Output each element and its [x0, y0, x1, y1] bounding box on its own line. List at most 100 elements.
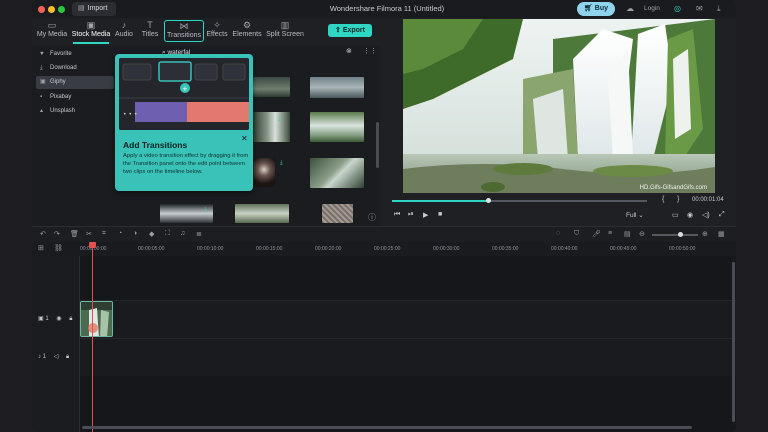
tab-effects[interactable]: ✧ Effects [205, 20, 229, 42]
sidebar-item-favorite[interactable]: ♥ Favorite [36, 48, 114, 61]
media-thumbnail[interactable] [253, 158, 275, 187]
media-thumbnail[interactable] [253, 112, 290, 142]
music-track-icon: ♪ [38, 354, 41, 360]
tab-label: Effects [206, 31, 228, 38]
tab-transitions[interactable]: ⋈ Transitions [164, 20, 204, 42]
microphone-icon[interactable]: 🎤︎ [592, 230, 601, 238]
crop-icon[interactable]: ⌗ [102, 230, 106, 238]
add-track-icon[interactable]: ⊞ [38, 244, 44, 252]
media-scrollbar[interactable] [376, 122, 379, 168]
tab-audio[interactable]: ♪ Audio [113, 20, 135, 42]
login-link[interactable]: Login [644, 5, 660, 12]
download-media-icon[interactable]: ⤓ [204, 207, 207, 214]
buy-button[interactable]: 🛒︎ Buy [577, 2, 615, 16]
ruler-tick: 00:00:25:00 [374, 246, 401, 252]
media-thumbnail[interactable] [235, 204, 289, 223]
sidebar-item-download[interactable]: ⤓ Download [36, 62, 114, 75]
undo-icon[interactable]: ↶ [40, 230, 46, 238]
video-track-icon: ▣ [38, 316, 44, 322]
lock-icon[interactable]: 🔒︎ [66, 354, 69, 360]
tab-label: Titles [141, 31, 159, 38]
preview-progress-handle[interactable] [486, 198, 492, 203]
tab-my-media[interactable]: ▭ My Media [34, 20, 70, 42]
keyframe-icon[interactable]: ◆ [149, 230, 154, 238]
export-icon: ⇪ [335, 27, 343, 34]
zoom-out-icon[interactable]: ⊖ [639, 230, 645, 238]
media-thumbnail[interactable] [310, 112, 364, 142]
sidebar-item-unsplash[interactable]: ▴ Unsplash [36, 105, 114, 118]
stop-icon[interactable]: ■ [438, 211, 442, 218]
subtitle-icon[interactable]: ▤ [624, 230, 631, 238]
timeline-clip[interactable] [80, 301, 113, 337]
mark-in-icon[interactable]: { [662, 196, 664, 203]
export-button[interactable]: ⇪ Export [328, 24, 372, 37]
maximize-window-button[interactable] [58, 6, 65, 13]
speaker-icon[interactable]: ◁ [54, 354, 59, 360]
redo-icon[interactable]: ↷ [54, 230, 60, 238]
download-media-icon[interactable]: ⤓ [278, 116, 281, 123]
sidebar-item-giphy[interactable]: ▣ Giphy [36, 76, 114, 89]
help-icon[interactable]: ⓘ [368, 212, 376, 223]
giphy-icon: ▣ [40, 79, 46, 85]
grid-layout-icon[interactable]: ▦ [718, 230, 725, 238]
video-track[interactable] [80, 300, 736, 338]
marker-icon[interactable]: ⛉ [574, 230, 579, 238]
media-thumbnail[interactable] [310, 158, 364, 188]
timeline-tracks[interactable] [80, 256, 736, 432]
cut-icon[interactable]: ✂ [86, 230, 92, 238]
media-thumbnail[interactable] [322, 204, 353, 223]
minimize-window-button[interactable] [48, 6, 55, 13]
previous-frame-icon[interactable]: ⏮ [394, 211, 400, 219]
play-icon[interactable]: ▶ [423, 211, 428, 219]
adjust-icon[interactable]: ≣ [196, 230, 202, 238]
timeline-ruler[interactable]: ⊞ ⛓ 00:00:00:00 00:00:05:00 00:00:10:00 … [32, 242, 736, 256]
color-icon[interactable]: ◑ [133, 230, 137, 237]
close-window-button[interactable] [38, 6, 45, 13]
playhead[interactable] [92, 243, 93, 432]
video-preview[interactable]: HD.Gifs-GifsandGifs.com [403, 19, 715, 193]
audio-mixer-icon[interactable]: ♫ [180, 230, 185, 237]
fit-icon[interactable]: ⛶ [165, 230, 170, 238]
tab-titles[interactable]: T Titles [138, 20, 162, 42]
pixabay-icon: ▪ [40, 94, 43, 100]
close-tooltip-icon[interactable]: ✕ [241, 134, 248, 143]
zoom-in-icon[interactable]: ⊕ [702, 230, 708, 238]
zoom-slider-handle[interactable] [678, 232, 683, 237]
tab-elements[interactable]: ⚙ Elements [232, 20, 262, 42]
lock-icon[interactable]: 🔒︎ [69, 316, 72, 322]
link-icon[interactable]: ⛓ [54, 244, 63, 252]
render-icon[interactable]: ◌ [556, 230, 560, 237]
media-thumbnail[interactable] [253, 77, 290, 97]
grid-view-icon[interactable]: ⋮⋮ [363, 47, 377, 55]
app-window: ▤ Import Wondershare Filmora 11 (Untitled… [32, 0, 736, 432]
clear-search-icon[interactable]: ⊗ [346, 47, 352, 55]
ruler-tick: 00:00:05:00 [138, 246, 165, 252]
preview-progress-bar[interactable] [392, 198, 647, 203]
media-thumbnail[interactable] [310, 77, 364, 98]
zoom-slider[interactable] [652, 232, 698, 237]
cloud-icon[interactable]: ☁ [626, 4, 634, 13]
transitions-tooltip: + • • • ✕ Add Transitions Apply a video … [115, 54, 253, 191]
headset-icon[interactable]: ◎ [674, 4, 681, 13]
tab-stock-media[interactable]: ▣ Stock Media [71, 20, 111, 44]
delete-icon[interactable]: 🗑︎ [70, 230, 79, 238]
volume-icon[interactable]: ◁) [702, 211, 710, 219]
import-button[interactable]: ▤ Import [72, 2, 116, 16]
mark-out-icon[interactable]: } [677, 196, 679, 203]
timeline-scrollbar[interactable] [82, 426, 692, 429]
fullscreen-icon[interactable]: ⤢ [719, 211, 725, 219]
snapshot-icon[interactable]: ◉ [687, 211, 693, 219]
display-icon[interactable]: ▭ [672, 211, 679, 219]
sidebar-item-pixabay[interactable]: ▪ Pixabay [36, 91, 114, 104]
eye-icon[interactable]: ◉ [56, 316, 61, 322]
speed-icon[interactable]: ◔ [118, 230, 122, 237]
audio-track[interactable] [80, 338, 736, 376]
tab-split-screen[interactable]: ▥ Split Screen [265, 20, 305, 42]
zoom-select[interactable]: Full ⌄ [626, 211, 644, 219]
timeline-vertical-scrollbar[interactable] [732, 262, 735, 422]
download-app-icon[interactable]: ⤓ [717, 4, 721, 14]
play-slow-icon[interactable]: ⏯ [408, 211, 414, 219]
mail-icon[interactable]: ✉ [696, 4, 703, 13]
ai-audio-icon[interactable]: ≡ [608, 230, 612, 237]
download-media-icon[interactable]: ⤓ [280, 160, 283, 167]
